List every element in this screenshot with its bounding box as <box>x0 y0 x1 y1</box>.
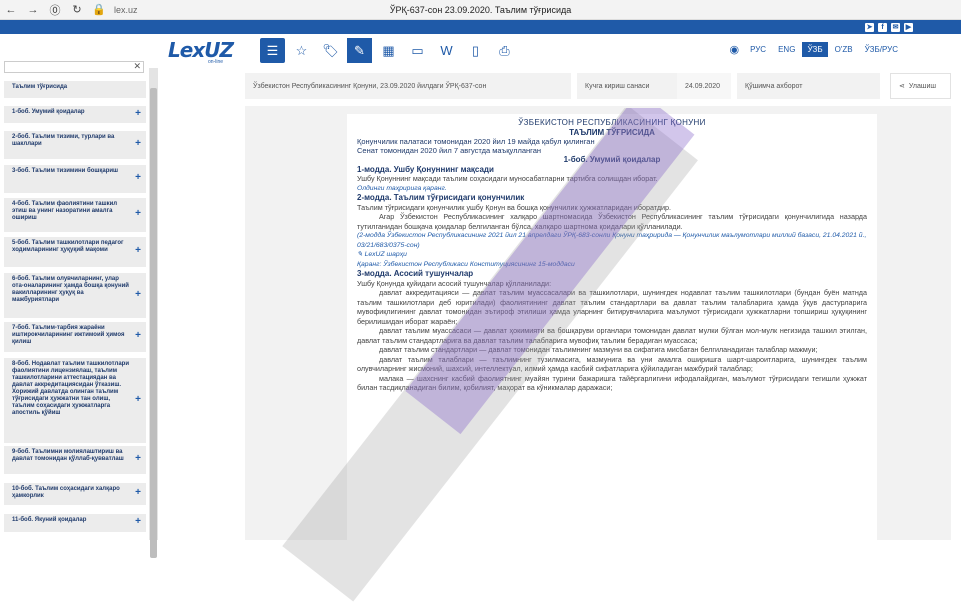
article-3-para-4: давлат таълим талаблари — таълимнинг туз… <box>357 355 867 374</box>
forward-icon[interactable]: → <box>22 4 44 16</box>
reload-icon[interactable]: ↻ <box>66 3 88 16</box>
toc-item-title[interactable]: Таълим тўғрисида <box>4 81 146 98</box>
article-2-note[interactable]: (2-модда Ўзбекистон Республикасининг 202… <box>357 231 867 250</box>
toc-item-chapter-4[interactable]: 4-боб. Таълим фаолиятини ташкил этиш ва … <box>4 198 146 232</box>
article-2-title: 2-модда. Таълим тўғрисидаги қонунчилик <box>357 193 867 203</box>
effective-date-label: Кучга кириш санаси <box>577 73 677 99</box>
toc-item-chapter-2[interactable]: 2-боб. Таълим тизими, турлари ва шакллар… <box>4 131 146 159</box>
address-bar[interactable]: lex.uz <box>114 5 138 15</box>
toc-item-chapter-5[interactable]: 5-боб. Таълим ташкилотлари педагог ходим… <box>4 237 146 267</box>
edit-doc-icon[interactable]: ✎ <box>347 38 372 63</box>
doc-heading: ЎЗБЕКИСТОН РЕСПУБЛИКАСИНИНГ ҚОНУНИ <box>357 118 867 128</box>
expand-icon[interactable]: + <box>135 110 141 117</box>
expand-icon[interactable]: + <box>135 140 141 147</box>
lock-icon: 🔒 <box>88 3 110 16</box>
back-icon[interactable]: ← <box>0 4 22 16</box>
page-title: ЎРҚ-637-сон 23.09.2020. Таълим тўғрисида <box>0 5 961 15</box>
tag-icon[interactable]: 🏷 <box>318 38 343 63</box>
toc-item-chapter-1[interactable]: 1-боб. Умумий қоидалар+ <box>4 106 146 123</box>
toc-item-chapter-10[interactable]: 10-боб. Таълим соҳасидаги халқаро ҳамкор… <box>4 483 146 505</box>
calendar-icon[interactable]: ▦ <box>376 38 401 63</box>
pencil-icon: ✎ <box>357 251 365 258</box>
expand-icon[interactable]: + <box>135 291 141 298</box>
youtube-icon[interactable]: ▶ <box>904 23 913 32</box>
expand-icon[interactable]: + <box>135 174 141 181</box>
star-icon[interactable]: ☆ <box>289 38 314 63</box>
social-strip: ➤ f ✉ ▶ <box>0 20 961 34</box>
toc-item-chapter-9[interactable]: 9-боб. Таълимни молиялаштириш ва давлат … <box>4 446 146 474</box>
lang-uzb-rus[interactable]: ЎЗБ/РУС <box>860 42 903 57</box>
article-1-text: Ушбу Қонуннинг мақсади таълим соҳасидаги… <box>357 174 867 184</box>
article-3-para-3: давлат таълим стандартлари — давлат томо… <box>357 345 867 355</box>
expand-icon[interactable]: + <box>135 247 141 254</box>
facebook-icon[interactable]: f <box>878 23 887 32</box>
toc-item-chapter-6[interactable]: 6-боб. Таълим олувчиларнинг, улар ота-он… <box>4 273 146 318</box>
toc-item-chapter-8[interactable]: 8-боб. Нодавлат таълим ташкилотлари фаол… <box>4 358 146 443</box>
additional-info[interactable]: Қўшимча ахборот <box>737 73 880 99</box>
table-of-contents: ✕ Таълим тўғрисида 1-боб. Умумий қоидала… <box>0 68 158 540</box>
email-icon[interactable]: ✉ <box>891 23 900 32</box>
expand-icon[interactable]: + <box>135 210 141 217</box>
menu-icon[interactable]: ☰ <box>260 38 285 63</box>
passed-chamber: Қонунчилик палатаси томонидан 2020 йил 1… <box>357 137 867 146</box>
close-icon[interactable]: ✕ <box>133 61 141 72</box>
print-icon[interactable]: ⎙ <box>492 38 517 63</box>
compare-icon[interactable]: ▭ <box>405 38 430 63</box>
lang-uzb-latin[interactable]: O'ZB <box>830 42 858 57</box>
document-toolbar: ☰ ☆ 🏷 ✎ ▦ ▭ W ▯ ⎙ <box>260 38 517 63</box>
expand-icon[interactable]: + <box>135 455 141 462</box>
toc-search-input[interactable]: ✕ <box>4 61 144 73</box>
toc-item-chapter-3[interactable]: 3-боб. Таълим тизимини бошқариш+ <box>4 165 146 193</box>
telegram-icon[interactable]: ➤ <box>865 23 874 32</box>
expand-icon[interactable]: + <box>135 518 141 525</box>
article-3-para-1: давлат аккредитацияси — давлат таълим му… <box>357 288 867 326</box>
sidebar-scrollbar[interactable] <box>149 68 158 540</box>
passed-senate: Сенат томонидан 2020 йил 7 августда маъқ… <box>357 146 867 155</box>
language-switcher: ◉ РУС ENG ЎЗБ O'ZB ЎЗБ/РУС <box>729 42 903 57</box>
toc-item-chapter-7[interactable]: 7-боб. Таълим-тарбия жараёни иштирокчила… <box>4 322 146 352</box>
article-3-para-5: малака — шахснинг касбий фаолиятнинг муа… <box>357 374 867 393</box>
scrollbar-thumb[interactable] <box>150 88 157 558</box>
expand-icon[interactable]: + <box>135 332 141 339</box>
doc-name: Ўзбекистон Республикасининг Қонуни, 23.0… <box>245 73 571 99</box>
browser-toolbar: ← → ⓪ ↻ 🔒 lex.uz ЎРҚ-637-сон 23.09.2020.… <box>0 0 961 20</box>
share-button[interactable]: ⋖ Улашиш <box>890 73 951 99</box>
toc-item-chapter-11[interactable]: 11-боб. Якуний қоидалар+ <box>4 514 146 532</box>
share-icon: ⋖ <box>899 82 905 90</box>
lang-rus[interactable]: РУС <box>745 42 771 57</box>
pdf-icon[interactable]: ▯ <box>463 38 488 63</box>
document-area: ЎЗБЕКИСТОН РЕСПУБЛИКАСИНИНГ ҚОНУНИ ТАЪЛИ… <box>245 106 951 540</box>
article-2-text-2: Агар Ўзбекистон Республикасининг халқаро… <box>357 212 867 231</box>
article-1-title: 1-модда. Ушбу Қонуннинг мақсади <box>357 165 867 175</box>
expand-icon[interactable]: + <box>135 396 141 403</box>
effective-date: 24.09.2020 <box>677 73 731 99</box>
document-body: ЎЗБЕКИСТОН РЕСПУБЛИКАСИНИНГ ҚОНУНИ ТАЪЛИ… <box>347 114 877 540</box>
lang-uzb-cyrillic[interactable]: ЎЗБ <box>802 42 827 57</box>
word-icon[interactable]: W <box>434 38 459 63</box>
extension-icon[interactable]: ⓪ <box>44 2 66 18</box>
article-3-para-2: давлат таълим муассасаси — давлат ҳокими… <box>357 326 867 345</box>
doc-title: ТАЪЛИМ ТЎҒРИСИДА <box>357 128 867 138</box>
constitution-reference[interactable]: Қаранг: Ўзбекистон Республикаси Конститу… <box>357 260 867 270</box>
eye-icon[interactable]: ◉ <box>729 43 739 56</box>
chapter-heading: 1-боб. Умумий қоидалар <box>357 155 867 165</box>
expand-icon[interactable]: + <box>135 489 141 496</box>
article-3-intro: Ушбу Қонунда қуйидаги асосий тушунчалар … <box>357 279 867 289</box>
article-3-title: 3-модда. Асосий тушунчалар <box>357 269 867 279</box>
old-version-link[interactable]: Олдинги таҳририга қаранг. <box>357 184 867 194</box>
lexuz-logo[interactable]: LexUZ on-line <box>168 38 258 64</box>
lang-eng[interactable]: ENG <box>773 42 800 57</box>
document-meta-bar: Ўзбекистон Республикасининг Қонуни, 23.0… <box>245 73 951 99</box>
site-header: LexUZ on-line ☰ ☆ 🏷 ✎ ▦ ▭ W ▯ ⎙ ◉ РУС EN… <box>0 34 961 68</box>
article-2-text-1: Таълим тўғрисидаги қонунчилик ушбу Қонун… <box>357 203 867 213</box>
lexuz-comment-link[interactable]: ✎ LexUZ шарҳи <box>357 250 867 260</box>
